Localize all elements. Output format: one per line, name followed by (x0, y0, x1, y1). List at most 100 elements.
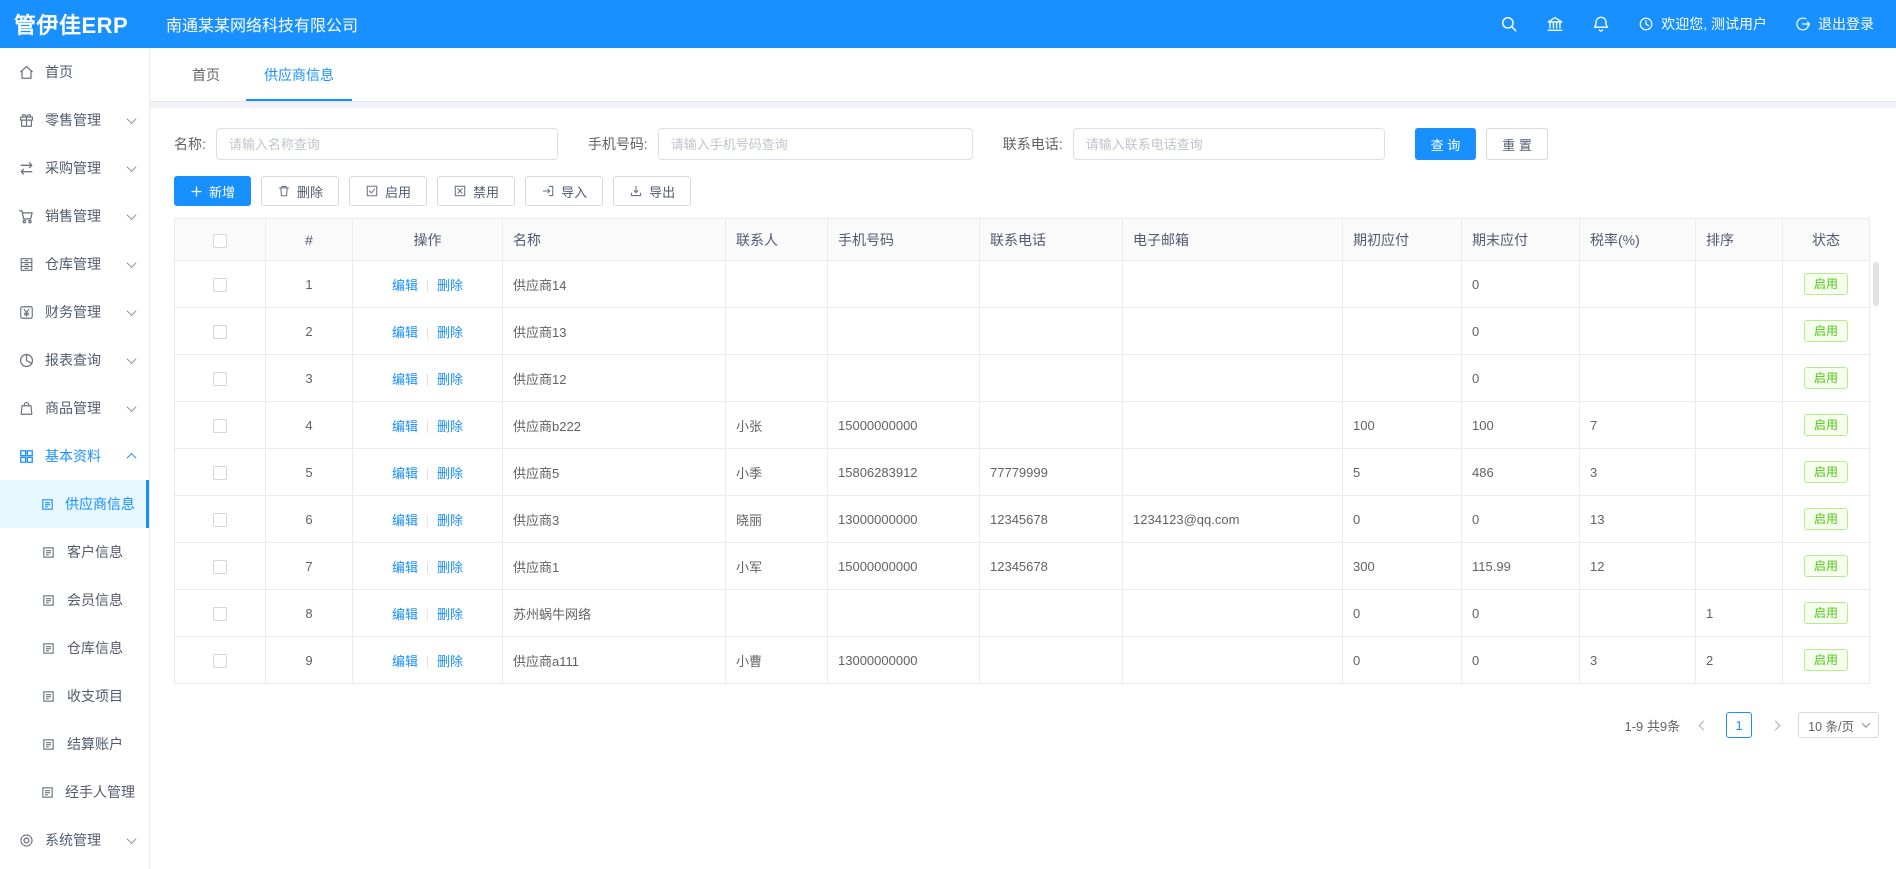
tab-supplier-info[interactable]: 供应商信息 (242, 48, 356, 101)
action-divider (427, 421, 428, 433)
sidebar-item-supplier-info[interactable]: 供应商信息 (0, 480, 149, 528)
export-icon (629, 184, 643, 198)
sidebar-item-warehouse-info[interactable]: 仓库信息 (0, 624, 149, 672)
sidebar-item-label: 供应商信息 (65, 494, 135, 514)
row-checkbox[interactable] (213, 607, 227, 621)
cell-index: 3 (266, 355, 353, 402)
sidebar-item-finance[interactable]: 财务管理 (0, 288, 149, 336)
tab-home[interactable]: 首页 (170, 48, 242, 101)
sidebar-item-label: 经手人管理 (65, 782, 135, 802)
supplier-table: # 操作 名称 联系人 手机号码 联系电话 电子邮箱 期初应付 期末应付 税率(… (174, 218, 1879, 684)
delete-link[interactable]: 删除 (437, 607, 463, 622)
doc-icon (40, 593, 57, 608)
reset-button[interactable]: 重 置 (1486, 128, 1548, 160)
row-checkbox[interactable] (213, 278, 227, 292)
sidebar-item-label: 基本资料 (45, 446, 128, 466)
add-button[interactable]: 新增 (174, 176, 251, 206)
table-row: 4 编辑删除 供应商b222 小张 15000000000 100 100 7 … (175, 402, 1870, 449)
tel-input[interactable] (1073, 128, 1385, 160)
delete-link[interactable]: 删除 (437, 325, 463, 340)
sidebar-item-purchase[interactable]: 采购管理 (0, 144, 149, 192)
sidebar-item-sales[interactable]: 销售管理 (0, 192, 149, 240)
col-email: 电子邮箱 (1123, 219, 1343, 261)
row-checkbox[interactable] (213, 654, 227, 668)
sidebar-item-system[interactable]: 系统管理 (0, 816, 149, 864)
edit-link[interactable]: 编辑 (392, 372, 418, 387)
cell-index: 8 (266, 590, 353, 637)
query-button[interactable]: 查 询 (1415, 128, 1477, 160)
page-size-select[interactable]: 10 条/页 (1798, 712, 1879, 738)
report-icon (18, 352, 35, 369)
status-badge: 启用 (1804, 461, 1848, 483)
edit-link[interactable]: 编辑 (392, 278, 418, 293)
export-button[interactable]: 导出 (613, 176, 691, 206)
trash-icon (277, 184, 291, 198)
row-checkbox[interactable] (213, 466, 227, 480)
cell-contact (726, 590, 828, 637)
table-scrollbar-thumb[interactable] (1873, 262, 1879, 306)
cell-index: 7 (266, 543, 353, 590)
cell-opening-payable: 5 (1343, 449, 1462, 496)
sidebar-item-member-info[interactable]: 会员信息 (0, 576, 149, 624)
edit-link[interactable]: 编辑 (392, 419, 418, 434)
chevron-down-icon (127, 258, 137, 268)
sidebar-item-retail[interactable]: 零售管理 (0, 96, 149, 144)
delete-link[interactable]: 删除 (437, 654, 463, 669)
next-page-button[interactable] (1766, 712, 1784, 738)
bell-icon[interactable] (1592, 15, 1610, 33)
sidebar-item-home[interactable]: 首页 (0, 48, 149, 96)
sidebar-item-warehouse[interactable]: 仓库管理 (0, 240, 149, 288)
row-checkbox[interactable] (213, 560, 227, 574)
row-checkbox[interactable] (213, 513, 227, 527)
delete-link[interactable]: 删除 (437, 560, 463, 575)
prev-page-button[interactable] (1694, 712, 1712, 738)
edit-link[interactable]: 编辑 (392, 607, 418, 622)
table-row: 2 编辑删除 供应商13 0 启用 (175, 308, 1870, 355)
edit-link[interactable]: 编辑 (392, 325, 418, 340)
sidebar-item-report[interactable]: 报表查询 (0, 336, 149, 384)
cell-closing-payable: 0 (1462, 261, 1580, 308)
cell-name: 供应商b222 (503, 402, 726, 449)
edit-link[interactable]: 编辑 (392, 513, 418, 528)
delete-link[interactable]: 删除 (437, 372, 463, 387)
edit-link[interactable]: 编辑 (392, 466, 418, 481)
row-checkbox[interactable] (213, 325, 227, 339)
sidebar-item-customer-info[interactable]: 客户信息 (0, 528, 149, 576)
logout-button[interactable]: 退出登录 (1795, 14, 1874, 34)
clock-icon (1638, 16, 1654, 32)
sales-icon (18, 208, 35, 225)
bank-icon[interactable] (1546, 15, 1564, 33)
sidebar-item-basic-data[interactable]: 基本资料 (0, 432, 149, 480)
tel-field: 联系电话: (1003, 128, 1385, 160)
disable-button[interactable]: 禁用 (437, 176, 515, 206)
delete-link[interactable]: 删除 (437, 466, 463, 481)
row-checkbox[interactable] (213, 419, 227, 433)
delete-link[interactable]: 删除 (437, 278, 463, 293)
delete-link[interactable]: 删除 (437, 513, 463, 528)
cell-actions: 编辑 删除 (353, 637, 503, 684)
current-page-button[interactable]: 1 (1726, 712, 1752, 738)
cell-sort (1696, 543, 1783, 590)
sidebar-item-goods[interactable]: 商品管理 (0, 384, 149, 432)
select-all-checkbox[interactable] (213, 234, 227, 248)
delete-button[interactable]: 删除 (261, 176, 339, 206)
import-button[interactable]: 导入 (525, 176, 603, 206)
sidebar-item-settlement-account[interactable]: 结算账户 (0, 720, 149, 768)
edit-link[interactable]: 编辑 (392, 654, 418, 669)
name-input[interactable] (216, 128, 558, 160)
phone-input[interactable] (658, 128, 973, 160)
sidebar-item-handler-management[interactable]: 经手人管理 (0, 768, 149, 816)
gear-icon (18, 832, 35, 849)
cell-sort (1696, 308, 1783, 355)
retail-icon (18, 112, 35, 129)
enable-button[interactable]: 启用 (349, 176, 427, 206)
sidebar-item-income-expense[interactable]: 收支项目 (0, 672, 149, 720)
cell-closing-payable: 486 (1462, 449, 1580, 496)
edit-link[interactable]: 编辑 (392, 560, 418, 575)
page-size-value: 10 条/页 (1808, 716, 1854, 735)
table-row: 7 编辑删除 供应商1 小军 15000000000 12345678 300 … (175, 543, 1870, 590)
row-checkbox[interactable] (213, 372, 227, 386)
search-icon[interactable] (1500, 15, 1518, 33)
doc-icon (40, 689, 57, 704)
delete-link[interactable]: 删除 (437, 419, 463, 434)
